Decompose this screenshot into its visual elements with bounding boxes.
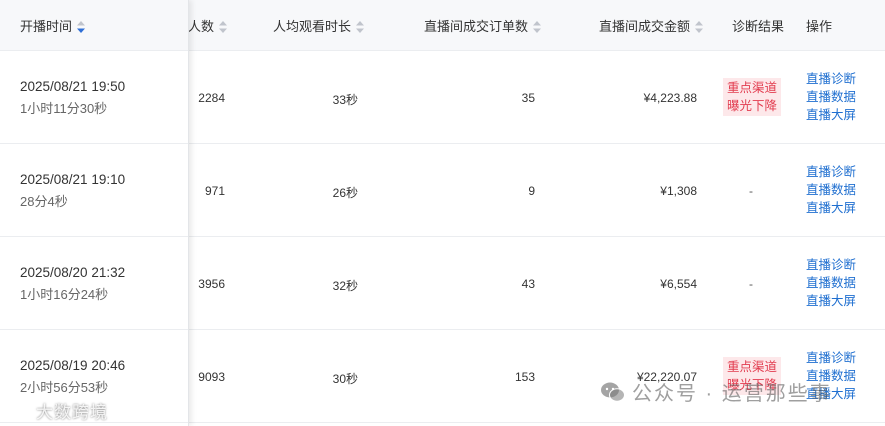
orders-value: 9	[528, 184, 535, 198]
live-dashboard-link[interactable]: 直播大屏	[806, 292, 856, 310]
orders-value: 43	[521, 277, 535, 291]
watermark-right-text: 公众号 · 运营那些事	[632, 383, 832, 405]
live-diagnosis-link[interactable]: 直播诊断	[806, 163, 856, 181]
col-orders[interactable]: 直播间成交订单数	[424, 0, 542, 50]
diagnosis-tag-line: 重点渠道	[726, 81, 777, 95]
avg-watch-value: 30秒	[332, 372, 358, 386]
brand-logo-icon	[7, 403, 30, 424]
col-gmv[interactable]: 直播间成交金额	[599, 0, 704, 50]
wechat-icon	[600, 381, 626, 409]
avg-watch-value: 26秒	[332, 186, 358, 200]
col-actions: 操作	[806, 0, 832, 50]
row-actions: 直播诊断 直播数据 直播大屏	[806, 256, 856, 310]
orders-value: 35	[521, 91, 535, 105]
col-diagnosis: 诊断结果	[732, 0, 784, 50]
live-dashboard-link[interactable]: 直播大屏	[806, 199, 856, 217]
start-date: 2025/08/19 20:46	[20, 358, 126, 373]
live-diagnosis-link[interactable]: 直播诊断	[806, 349, 856, 367]
live-duration: 1小时16分24秒	[20, 287, 109, 302]
live-duration: 1小时11分30秒	[20, 101, 108, 116]
start-date: 2025/08/21 19:10	[20, 172, 126, 187]
diagnosis-tag-line: 重点渠道	[726, 360, 777, 374]
live-data-link[interactable]: 直播数据	[806, 88, 856, 106]
gmv-value: ¥6,554	[660, 277, 697, 291]
diagnosis-empty: -	[749, 277, 753, 291]
live-diagnosis-link[interactable]: 直播诊断	[806, 256, 856, 274]
diagnosis-tag-line: 曝光下降	[726, 99, 777, 113]
col-actions-label: 操作	[806, 19, 833, 34]
sort-icon[interactable]	[219, 20, 228, 33]
viewers-value: 2284	[198, 91, 225, 105]
live-dashboard-link[interactable]: 直播大屏	[806, 106, 856, 124]
row-actions: 直播诊断 直播数据 直播大屏	[806, 163, 856, 217]
col-start-time[interactable]: 开播时间	[20, 0, 86, 50]
table-header: 开播时间 人数 人均观看时长 直播间成交订单数 直播间成交金额 诊断结果 操作	[0, 0, 885, 51]
diagnosis-empty: -	[749, 184, 753, 198]
start-date: 2025/08/21 19:50	[20, 79, 126, 94]
table-row: 2025/08/21 19:50 1小时11分30秒 2284 33秒 35 ¥…	[0, 51, 885, 144]
diagnosis-tag: 重点渠道 曝光下降	[723, 78, 781, 116]
table-row: 2025/08/21 19:10 28分4秒 971 26秒 9 ¥1,308 …	[0, 144, 885, 237]
viewers-value: 3956	[198, 277, 225, 291]
viewers-value: 971	[204, 184, 225, 198]
live-diagnosis-link[interactable]: 直播诊断	[806, 70, 856, 88]
col-gmv-label: 直播间成交金额	[599, 19, 691, 34]
live-session-table: 开播时间 人数 人均观看时长 直播间成交订单数 直播间成交金额 诊断结果 操作 …	[0, 0, 885, 426]
table-row: 2025/08/20 21:32 1小时16分24秒 3956 32秒 43 ¥…	[0, 237, 885, 330]
viewers-value: 9093	[198, 370, 225, 384]
sort-icon[interactable]	[695, 20, 704, 33]
gmv-value: ¥4,223.88	[643, 91, 697, 105]
sort-desc-active-icon[interactable]	[77, 20, 86, 33]
live-data-link[interactable]: 直播数据	[806, 274, 856, 292]
col-avg-watch[interactable]: 人均观看时长	[273, 0, 365, 50]
orders-value: 153	[514, 370, 535, 384]
avg-watch-value: 32秒	[332, 279, 358, 293]
live-duration: 28分4秒	[20, 194, 68, 209]
watermark-right: 公众号 · 运营那些事	[600, 377, 832, 409]
gmv-value: ¥1,308	[660, 184, 697, 198]
watermark-left-text: 大数跨境	[36, 403, 108, 422]
sort-icon[interactable]	[533, 20, 542, 33]
row-actions: 直播诊断 直播数据 直播大屏	[806, 70, 856, 124]
col-avg-watch-label: 人均观看时长	[273, 19, 352, 34]
sort-icon[interactable]	[356, 20, 365, 33]
col-diagnosis-label: 诊断结果	[732, 19, 785, 34]
col-viewers[interactable]: 人数	[188, 0, 228, 50]
col-viewers-label: 人数	[188, 19, 215, 34]
live-duration: 2小时56分53秒	[20, 380, 109, 395]
watermark-left: 大数跨境	[7, 398, 108, 424]
start-date: 2025/08/20 21:32	[20, 265, 126, 280]
col-orders-label: 直播间成交订单数	[424, 19, 529, 34]
col-start-time-label: 开播时间	[20, 19, 73, 34]
live-data-link[interactable]: 直播数据	[806, 181, 856, 199]
avg-watch-value: 33秒	[332, 93, 358, 107]
